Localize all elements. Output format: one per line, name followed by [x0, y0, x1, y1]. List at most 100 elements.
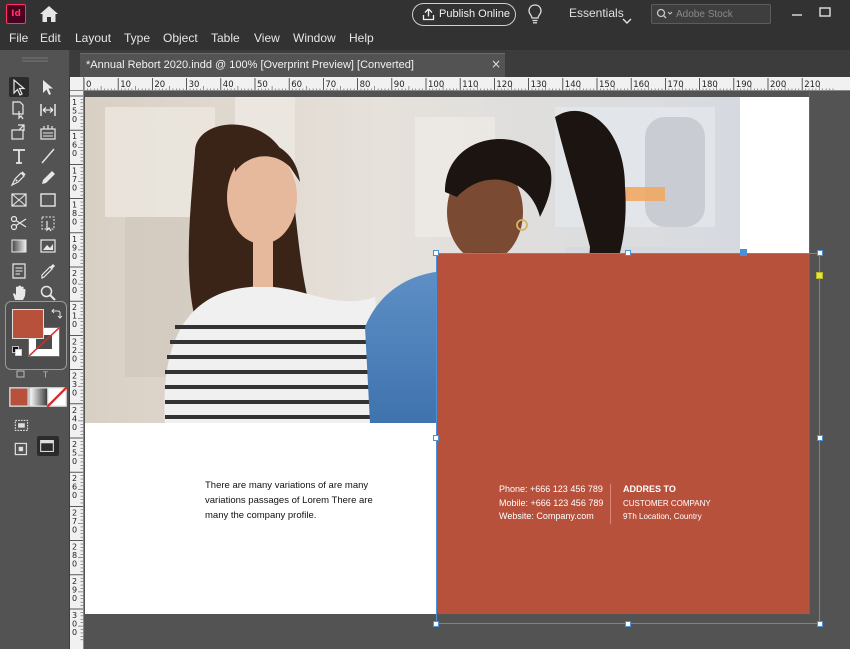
eyedropper-tool-icon[interactable]	[38, 261, 58, 281]
note-tool-icon[interactable]	[9, 261, 29, 281]
body-text-line: variations passages of Lorem There are	[205, 495, 373, 506]
ruler-label: 0	[72, 423, 77, 432]
ruler-origin[interactable]	[70, 77, 84, 91]
workspace-switcher[interactable]: Essentials	[569, 6, 624, 20]
selection-tool-icon[interactable]	[9, 77, 29, 97]
swap-fill-stroke-icon[interactable]	[50, 308, 62, 320]
upload-icon	[422, 8, 435, 21]
ruler-label: 30	[189, 80, 200, 90]
resize-handle-top-left[interactable]	[433, 250, 439, 256]
vertical-ruler[interactable]: 1501601701801902002102202302402502602702…	[70, 91, 84, 649]
document-tab-label: *Annual Rebort 2020.indd @ 100% [Overpri…	[86, 59, 414, 71]
ruler-label: 0	[72, 525, 77, 534]
hand-tool-icon[interactable]	[9, 283, 29, 303]
resize-handle-bottom-left[interactable]	[433, 621, 439, 627]
resize-handle-bottom-right[interactable]	[817, 621, 823, 627]
ruler-label: 0	[72, 560, 77, 569]
direct-selection-tool-icon[interactable]	[38, 77, 58, 97]
resize-handle-left[interactable]	[433, 435, 439, 441]
content-placer-icon[interactable]	[38, 122, 58, 142]
apply-gradient-icon[interactable]	[29, 387, 49, 407]
document-tab[interactable]: *Annual Rebort 2020.indd @ 100% [Overpri…	[80, 53, 505, 77]
search-input[interactable]	[676, 7, 768, 21]
view-mode-icon[interactable]	[37, 436, 59, 456]
tools-panel: T	[0, 50, 70, 649]
menu-type[interactable]: Type	[124, 31, 150, 45]
apply-none-icon[interactable]	[46, 386, 68, 408]
ruler-label: 0	[72, 320, 77, 329]
menu-help[interactable]: Help	[349, 31, 374, 45]
menu-edit[interactable]: Edit	[40, 31, 61, 45]
menu-object[interactable]: Object	[163, 31, 198, 45]
rectangle-frame-tool-icon[interactable]	[9, 190, 29, 210]
ruler-label: 180	[702, 80, 718, 90]
document-tab-bar: *Annual Rebort 2020.indd @ 100% [Overpri…	[70, 50, 850, 77]
ruler-label: 40	[223, 80, 234, 90]
resize-handle-top-right[interactable]	[817, 250, 823, 256]
default-fill-stroke-icon[interactable]	[12, 346, 22, 356]
ruler-label: 0	[72, 252, 77, 261]
ruler-label: 0	[72, 457, 77, 466]
menu-layout[interactable]: Layout	[75, 31, 111, 45]
ruler-label: 50	[257, 80, 268, 90]
ruler-label: 0	[72, 594, 77, 603]
close-tab-icon[interactable]: ×	[491, 57, 501, 71]
type-tool-icon[interactable]	[9, 146, 29, 166]
search-icon	[656, 8, 673, 19]
menu-bar: File Edit Layout Type Object Table View …	[0, 29, 850, 50]
svg-text:T: T	[42, 371, 48, 379]
home-icon[interactable]	[38, 5, 60, 23]
formatting-affects-icon[interactable]: T	[16, 370, 56, 378]
lightbulb-icon[interactable]	[527, 3, 543, 25]
selection-bounding-box[interactable]	[436, 253, 820, 624]
ruler-label: 170	[667, 80, 683, 90]
line-tool-icon[interactable]	[38, 146, 58, 166]
body-text-frame[interactable]: There are many variations of are many va…	[205, 478, 405, 523]
minimize-icon[interactable]	[790, 6, 804, 20]
pencil-tool-icon[interactable]	[38, 168, 58, 188]
chevron-down-icon[interactable]	[622, 10, 632, 24]
apply-color-icon[interactable]	[9, 387, 29, 407]
resize-handle-top[interactable]	[625, 250, 631, 256]
gradient-feather-tool-icon[interactable]	[38, 236, 58, 256]
screen-mode-icon[interactable]	[12, 416, 30, 432]
panel-grip-icon[interactable]	[22, 57, 48, 63]
zoom-tool-icon[interactable]	[38, 283, 58, 303]
scissors-tool-icon[interactable]	[9, 213, 29, 233]
ruler-label: 100	[428, 80, 444, 90]
corner-options-handle[interactable]	[816, 272, 823, 279]
maximize-icon[interactable]	[818, 4, 832, 18]
frame-anchor-handle[interactable]	[740, 249, 747, 256]
fill-stroke-panel	[5, 301, 67, 370]
ruler-label: 0	[72, 628, 77, 637]
ruler-label: 10	[120, 80, 131, 90]
menu-table[interactable]: Table	[211, 31, 240, 45]
menu-window[interactable]: Window	[293, 31, 336, 45]
ruler-label: 120	[496, 80, 512, 90]
page-tool-icon[interactable]	[9, 100, 29, 120]
publish-online-label: Publish Online	[439, 8, 510, 20]
ruler-label: 90	[394, 80, 405, 90]
ruler-label: 0	[72, 218, 77, 227]
publish-online-button[interactable]: Publish Online	[412, 3, 516, 26]
gradient-swatch-tool-icon[interactable]	[9, 236, 29, 256]
ruler-label: 190	[736, 80, 752, 90]
resize-handle-bottom[interactable]	[625, 621, 631, 627]
horizontal-ruler[interactable]: 0 10 20 30 40 50 60 70 80 90 100 110 120 130 140 150 160…	[84, 77, 850, 91]
rectangle-tool-icon[interactable]	[38, 190, 58, 210]
content-collector-icon[interactable]	[9, 122, 29, 142]
menu-file[interactable]: File	[9, 31, 28, 45]
adobe-stock-search[interactable]	[651, 4, 771, 24]
ruler-label: 150	[599, 80, 615, 90]
fill-swatch[interactable]	[12, 309, 44, 339]
ruler-label: 0	[72, 286, 77, 295]
menu-view[interactable]: View	[254, 31, 280, 45]
gap-tool-icon[interactable]	[38, 100, 58, 120]
preview-mode-icon[interactable]	[12, 439, 30, 456]
ruler-label: 0	[86, 80, 91, 90]
ruler-label: 20	[154, 80, 165, 90]
resize-handle-right[interactable]	[817, 435, 823, 441]
indesign-logo: Id	[6, 4, 26, 24]
free-transform-tool-icon[interactable]	[38, 213, 58, 233]
pen-tool-icon[interactable]	[9, 168, 29, 188]
